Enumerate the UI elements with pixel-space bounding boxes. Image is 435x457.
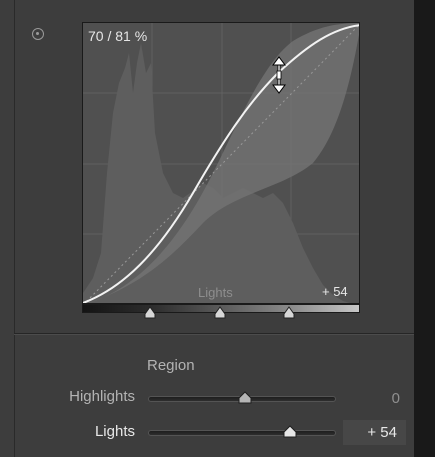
highlights-slider-thumb[interactable]	[237, 391, 253, 405]
region-section-title: Region	[147, 357, 195, 374]
curve-readout: 70 / 81 %	[88, 28, 148, 44]
split-thumb-shadows[interactable]	[143, 306, 157, 320]
hover-region-value: + 54	[322, 284, 348, 299]
target-adjust-icon[interactable]	[32, 28, 44, 40]
hover-region-label: Lights	[198, 285, 233, 300]
section-divider-highlight	[14, 334, 414, 335]
lights-label: Lights	[94, 423, 135, 440]
panel-left-rule	[14, 0, 15, 457]
highlights-value[interactable]: 0	[392, 390, 400, 407]
tone-curve-panel: 70 / 81 % Lights + 54 Region Highlights …	[0, 0, 414, 457]
lights-slider-track[interactable]	[148, 430, 336, 436]
tone-curve-graph[interactable]	[82, 22, 360, 304]
scrollbar-gutter[interactable]	[414, 0, 435, 457]
lights-value-field[interactable]: + 54	[343, 420, 406, 445]
split-thumb-highlights[interactable]	[282, 306, 296, 320]
split-thumb-midtones[interactable]	[213, 306, 227, 320]
highlights-label: Highlights	[69, 388, 135, 405]
lights-slider-thumb[interactable]	[282, 425, 298, 439]
tone-curve-svg	[83, 23, 359, 303]
